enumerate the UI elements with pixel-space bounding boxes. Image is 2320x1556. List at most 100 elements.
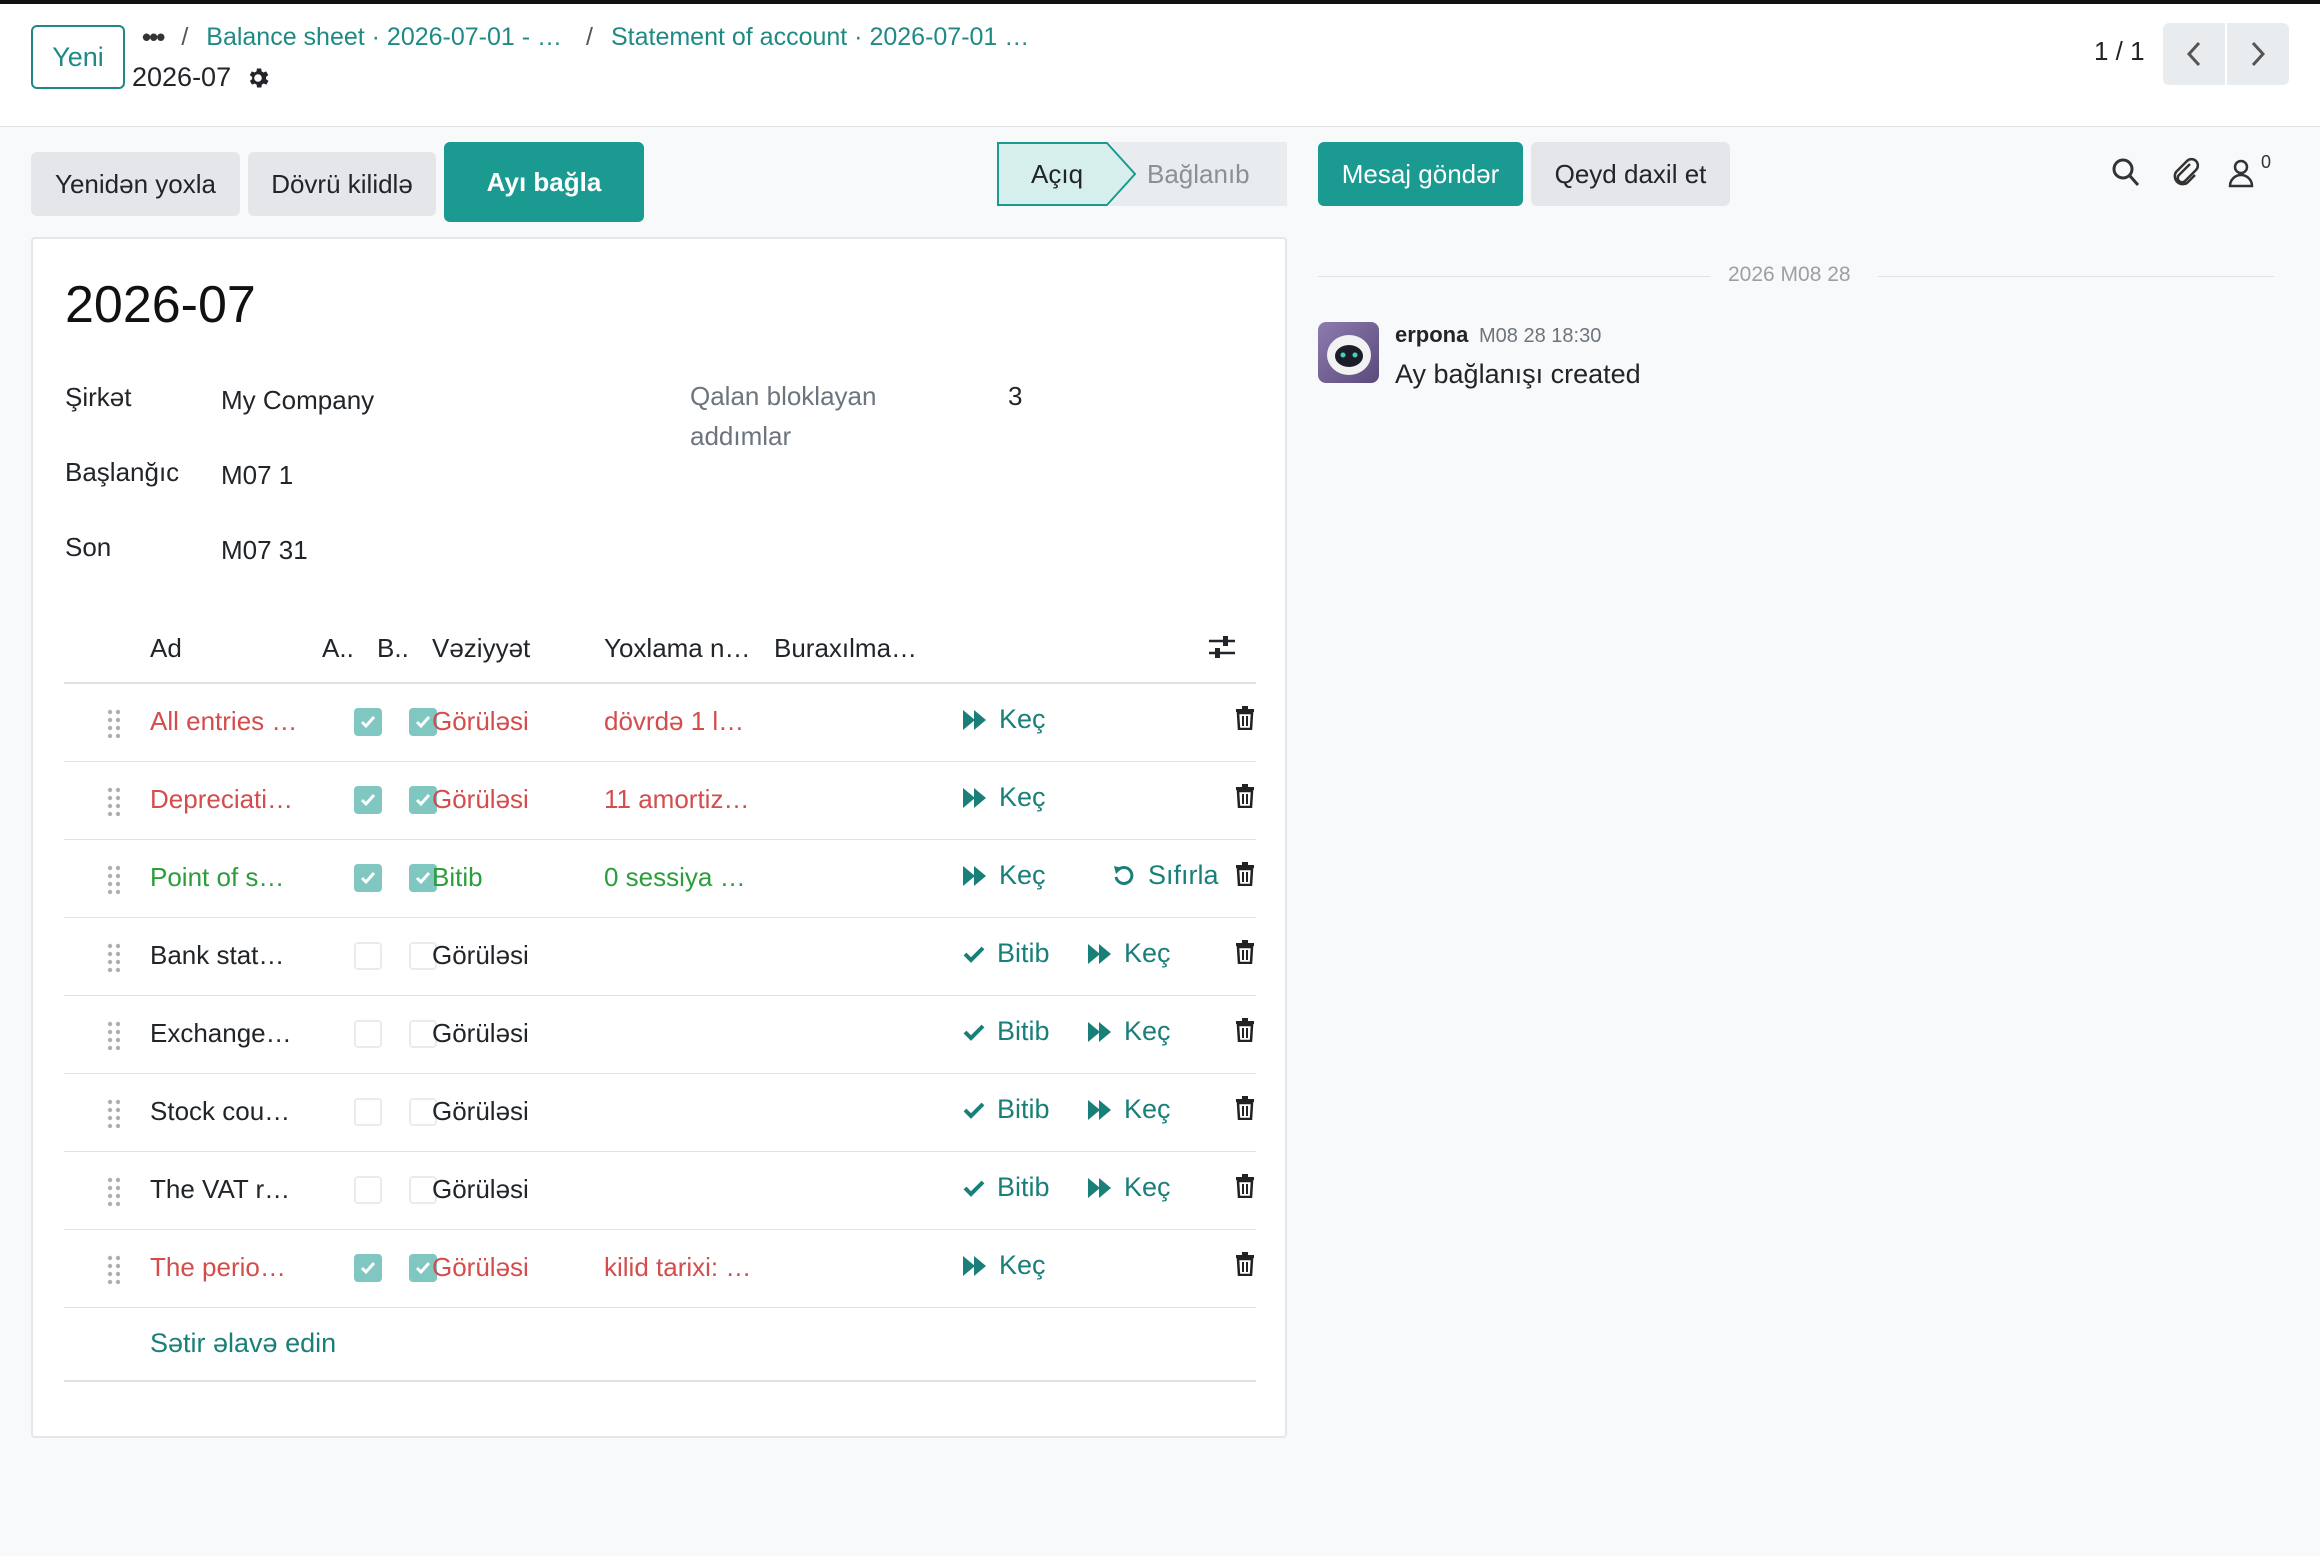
checkbox-a[interactable] — [354, 1098, 382, 1126]
table-row[interactable]: Bank stat… Görüləsi Bitib Keç — [64, 918, 1256, 996]
company-field[interactable]: My Company — [221, 385, 374, 416]
column-state[interactable]: Vəziyyət — [432, 633, 530, 664]
recheck-button[interactable]: Yenidən yoxla — [31, 152, 240, 216]
trash-icon[interactable] — [1235, 1252, 1255, 1277]
breadcrumb-more-button[interactable]: ••• — [142, 22, 165, 53]
skip-button[interactable]: Keç — [1088, 1172, 1171, 1203]
blocking-steps-value: 3 — [1008, 381, 1023, 411]
skip-button[interactable]: Keç — [1088, 1094, 1171, 1125]
table-header: Ad A.. B.. Vəziyyət Yoxlama n… Buraxılma… — [64, 609, 1256, 684]
drag-handle-icon[interactable] — [106, 1176, 122, 1207]
checkbox-a[interactable] — [354, 942, 382, 970]
trash-icon[interactable] — [1235, 1174, 1255, 1199]
log-note-button[interactable]: Qeyd daxil et — [1531, 142, 1730, 206]
fast-forward-icon — [1088, 1021, 1111, 1042]
delete-row-button[interactable] — [1235, 940, 1255, 969]
step-check-note: kilid tarixi: … — [604, 1252, 752, 1282]
table-row[interactable]: The VAT r… Görüləsi Bitib Keç — [64, 1152, 1256, 1230]
pager-value[interactable]: 1 / 1 — [2094, 36, 2145, 67]
close-month-button[interactable]: Ayı bağla — [444, 142, 644, 222]
drag-handle-icon[interactable] — [106, 1020, 122, 1051]
trash-icon[interactable] — [1235, 706, 1255, 731]
checkbox-a[interactable] — [354, 786, 382, 814]
table-row[interactable]: The perio… Görüləsi kilid tarixi: … Keç — [64, 1230, 1256, 1308]
delete-row-button[interactable] — [1235, 1018, 1255, 1047]
skip-button[interactable]: Keç — [1088, 1016, 1171, 1047]
column-name[interactable]: Ad — [150, 633, 182, 664]
table-row[interactable]: Exchange… Görüləsi Bitib Keç — [64, 996, 1256, 1074]
breadcrumb-item-balance-sheet[interactable]: Balance sheet · 2026-07-01 - … — [206, 23, 562, 52]
column-a[interactable]: A.. — [322, 633, 354, 664]
avatar[interactable] — [1318, 322, 1379, 383]
drag-handle-icon[interactable] — [106, 708, 122, 739]
start-date-field[interactable]: M07 1 — [221, 460, 293, 491]
breadcrumb: ••• / Balance sheet · 2026-07-01 - … / S… — [142, 20, 1053, 54]
table-row[interactable]: All entries … Görüləsi dövrdə 1 l… Keç — [64, 684, 1256, 762]
done-button[interactable]: Bitib — [963, 1172, 1050, 1203]
trash-icon[interactable] — [1235, 862, 1255, 887]
date-separator: 2026 M08 28 — [1318, 263, 2274, 289]
column-skip-note[interactable]: Buraxılma… — [774, 633, 917, 664]
chevron-left-icon — [2186, 41, 2201, 67]
table-row[interactable]: Depreciati… Görüləsi 11 amortiz… Keç — [64, 762, 1256, 840]
delete-row-button[interactable] — [1235, 706, 1255, 735]
drag-handle-icon[interactable] — [106, 942, 122, 973]
checkbox-a[interactable] — [354, 864, 382, 892]
fast-forward-icon — [1088, 1099, 1111, 1120]
drag-handle-icon[interactable] — [106, 864, 122, 895]
skip-button[interactable]: Keç — [963, 782, 1046, 813]
delete-row-button[interactable] — [1235, 1174, 1255, 1203]
step-state: Görüləsi — [432, 940, 529, 970]
checkbox-a[interactable] — [354, 708, 382, 736]
skip-button[interactable]: Keç — [963, 1250, 1046, 1281]
trash-icon[interactable] — [1235, 784, 1255, 809]
add-line-button[interactable]: Sətir əlavə edin — [150, 1328, 336, 1359]
stage-open-label[interactable]: Açıq — [1031, 159, 1083, 190]
trash-icon[interactable] — [1235, 1096, 1255, 1121]
column-b[interactable]: B.. — [377, 633, 409, 664]
drag-handle-icon[interactable] — [106, 786, 122, 817]
trash-icon[interactable] — [1235, 1018, 1255, 1043]
message-author[interactable]: erpona — [1395, 322, 1468, 348]
lock-period-button[interactable]: Dövrü kilidlə — [248, 152, 436, 216]
record-title-row: 2026-07 — [132, 62, 271, 93]
new-button[interactable]: Yeni — [31, 25, 125, 89]
done-button[interactable]: Bitib — [963, 1016, 1050, 1047]
stage-closed-label[interactable]: Bağlanıb — [1147, 159, 1250, 190]
follower-icon[interactable] — [2228, 158, 2254, 188]
checkbox-a[interactable] — [354, 1254, 382, 1282]
send-message-button[interactable]: Mesaj göndər — [1318, 142, 1523, 206]
column-check-note[interactable]: Yoxlama n… — [604, 633, 750, 664]
delete-row-button[interactable] — [1235, 862, 1255, 891]
checkbox-a[interactable] — [354, 1176, 382, 1204]
breadcrumb-item-statement[interactable]: Statement of account · 2026-07-01 … — [611, 23, 1029, 52]
table-row[interactable]: Point of s… Bitib 0 sessiya … Keç Sıfırla — [64, 840, 1256, 918]
checkbox-a[interactable] — [354, 1020, 382, 1048]
end-date-field[interactable]: M07 31 — [221, 535, 308, 566]
skip-button[interactable]: Keç — [963, 704, 1046, 735]
delete-row-button[interactable] — [1235, 1096, 1255, 1125]
done-button[interactable]: Bitib — [963, 1094, 1050, 1125]
blocking-steps-label-line1: Qalan bloklayan — [690, 381, 877, 411]
drag-handle-icon[interactable] — [106, 1254, 122, 1285]
gear-icon[interactable] — [245, 65, 271, 91]
paperclip-icon[interactable] — [2170, 156, 2202, 188]
fast-forward-icon — [1088, 1177, 1111, 1198]
trash-icon[interactable] — [1235, 940, 1255, 965]
reset-button[interactable]: Sıfırla — [1112, 860, 1219, 891]
skip-button[interactable]: Keç — [963, 860, 1046, 891]
pager-previous-button[interactable] — [2163, 23, 2225, 85]
table-row[interactable]: Stock cou… Görüləsi Bitib Keç — [64, 1074, 1256, 1152]
optional-columns-icon[interactable] — [1207, 633, 1237, 661]
delete-row-button[interactable] — [1235, 1252, 1255, 1281]
robot-avatar-icon — [1327, 335, 1371, 375]
delete-row-button[interactable] — [1235, 784, 1255, 813]
skip-button[interactable]: Keç — [1088, 938, 1171, 969]
done-button[interactable]: Bitib — [963, 938, 1050, 969]
reset-button-label: Sıfırla — [1148, 860, 1219, 890]
drag-handle-icon[interactable] — [106, 1098, 122, 1129]
fast-forward-icon — [963, 787, 986, 808]
search-icon[interactable] — [2111, 156, 2141, 188]
pager-next-button[interactable] — [2227, 23, 2289, 85]
done-button-label: Bitib — [997, 1094, 1050, 1124]
